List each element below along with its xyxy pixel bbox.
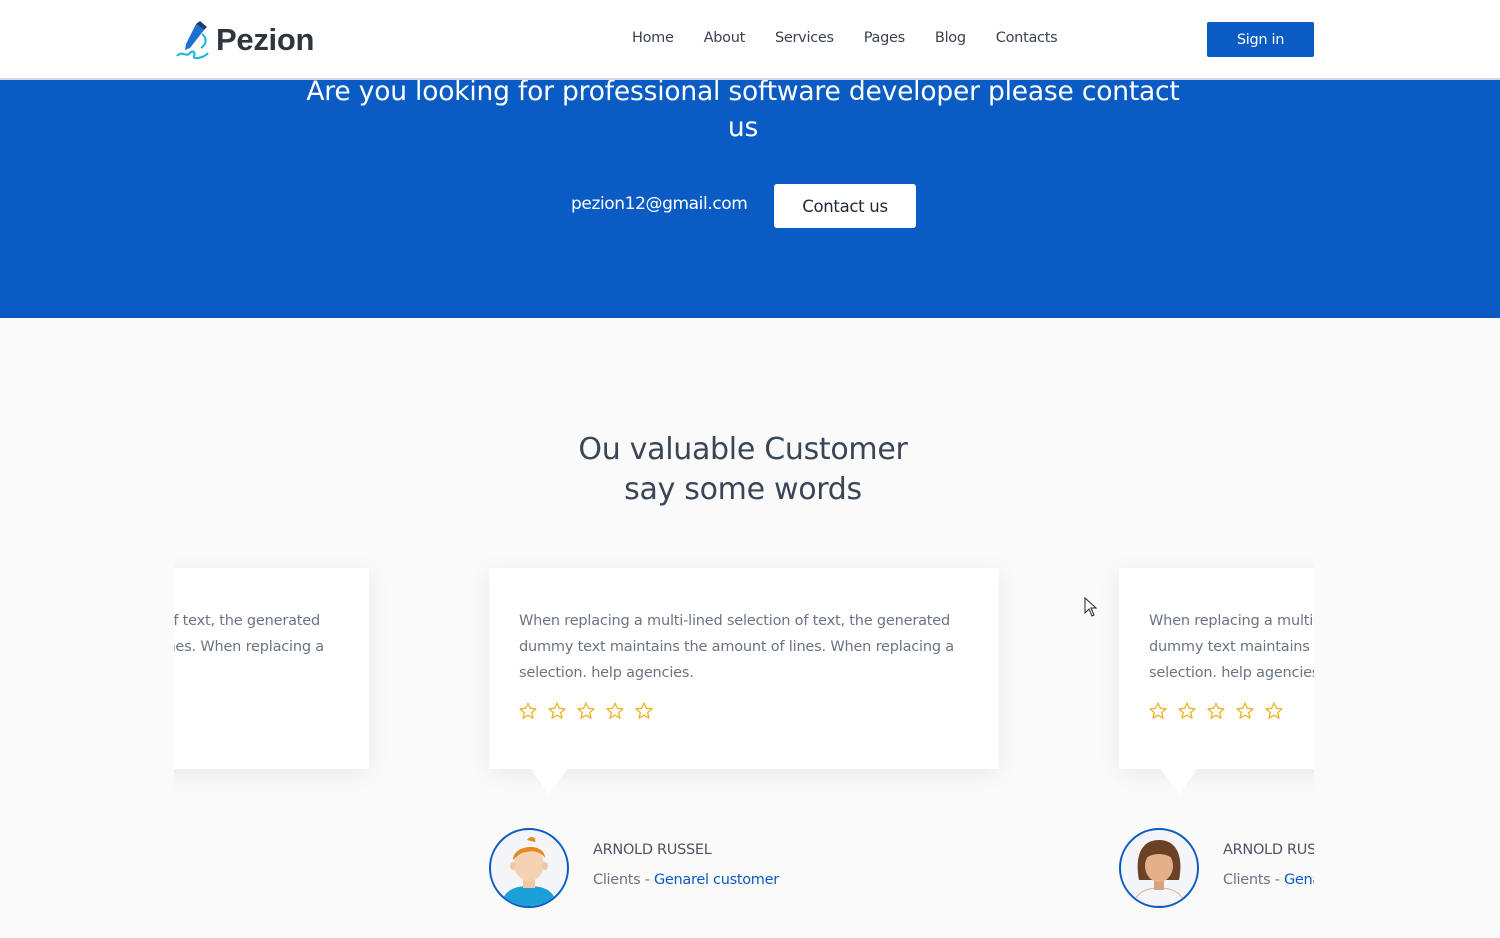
site-header: Pezion Home About Services Pages Blog Co… <box>0 0 1500 80</box>
testimonial-text: When replacing a multi-lined selection o… <box>519 613 954 681</box>
star-icon <box>1236 702 1254 719</box>
star-icon <box>519 702 537 719</box>
rating-stars <box>518 701 663 721</box>
nav-home[interactable]: Home <box>632 30 674 46</box>
nav-pages[interactable]: Pages <box>864 30 905 46</box>
banner-email[interactable]: pezion12@gmail.com <box>571 194 748 214</box>
author-role: Clients - Genarel customer <box>593 872 779 888</box>
star-icon <box>635 702 653 719</box>
mouse-cursor-icon <box>1084 597 1098 617</box>
author-role: Clients - Genarel customer <box>1223 872 1314 888</box>
testimonial-text: When replacing a multi-lined selection o… <box>1149 613 1314 681</box>
star-icon <box>577 702 595 719</box>
author-name: ARNOLD RUSSEL <box>593 842 712 858</box>
testimonials-title: Ou valuable Customer say some words <box>443 430 1043 510</box>
testimonial-text: When replacing a multi-lined selection o… <box>174 613 324 655</box>
author-name: ARNOLD RUSSEL <box>1223 842 1314 858</box>
pen-logo-icon <box>176 21 209 60</box>
testimonial-carousel[interactable]: When replacing a multi-lined selection o… <box>174 550 1314 938</box>
star-icon <box>548 702 566 719</box>
contact-banner: Are you looking for professional softwar… <box>0 76 1500 318</box>
contact-us-button[interactable]: Contact us <box>774 184 916 228</box>
testimonial-card: When replacing a multi-lined selection o… <box>489 568 999 795</box>
star-icon <box>1149 702 1167 719</box>
male-avatar-icon <box>501 836 557 906</box>
testimonial-card: When replacing a multi-lined selection o… <box>1119 568 1314 795</box>
signin-button[interactable]: Sign in <box>1207 22 1314 57</box>
banner-title: Are you looking for professional softwar… <box>306 76 1180 143</box>
avatar <box>489 828 569 908</box>
star-icon <box>606 702 624 719</box>
star-icon <box>1207 702 1225 719</box>
nav-contacts[interactable]: Contacts <box>996 30 1058 46</box>
rating-stars <box>1148 701 1293 721</box>
role-prefix: Clients - <box>593 872 654 888</box>
star-icon <box>1265 702 1283 719</box>
testimonials-title-line1: Ou valuable Customer <box>578 432 908 467</box>
role-prefix: Clients - <box>1223 872 1284 888</box>
star-icon <box>1178 702 1196 719</box>
brand-name: Pezion <box>216 22 315 57</box>
avatar <box>1119 828 1199 908</box>
female-avatar-icon <box>1132 840 1186 906</box>
main-nav: Home About Services Pages Blog Contacts <box>632 30 1087 46</box>
role-link[interactable]: Genarel customer <box>1284 872 1314 888</box>
brand-logo[interactable]: Pezion <box>174 20 314 60</box>
nav-about[interactable]: About <box>704 30 746 46</box>
role-link[interactable]: Genarel customer <box>654 872 779 888</box>
nav-services[interactable]: Services <box>775 30 834 46</box>
testimonial-card: When replacing a multi-lined selection o… <box>174 568 369 769</box>
testimonials-title-line2: say some words <box>624 472 862 507</box>
nav-blog[interactable]: Blog <box>935 30 966 46</box>
